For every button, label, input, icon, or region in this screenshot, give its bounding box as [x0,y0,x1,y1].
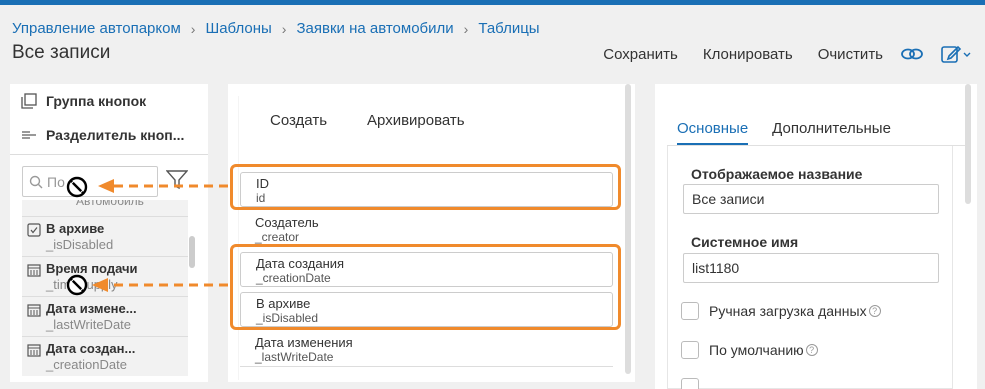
breadcrumb-item-requests[interactable]: Заявки на автомобили [296,20,453,37]
divider [10,154,208,155]
display-name-field[interactable]: Все записи [683,184,939,214]
calendar-icon [22,301,46,317]
field-system-name: _creationDate [46,357,127,372]
display-name-label: Отображаемое название [691,166,863,182]
help-icon[interactable]: ? [868,305,881,317]
breadcrumb-item-tables[interactable]: Таблицы [478,20,539,37]
column-card-last-write-date[interactable]: Дата изменения _lastWriteDate [240,332,613,367]
button-separator-label: Разделитель кноп... [46,127,185,143]
breadcrumb-item-fleet[interactable]: Управление автопарком [12,20,181,37]
column-card-creator[interactable]: Создатель _creator [240,212,613,247]
button-group-label: Группа кнопок [46,93,147,109]
table-preview-panel: Создать Архивировать ID id Создатель _cr… [228,84,635,382]
checkbox-partial[interactable] [681,378,709,389]
column-title: Создатель [255,215,319,230]
search-placeholder: По [47,173,65,190]
highlight-frame [230,244,621,330]
chevron-right-icon: › [281,20,287,37]
edit-icon[interactable] [941,44,971,64]
list-item[interactable]: Время подачи _timeSupply [22,256,188,296]
list-item[interactable]: Дата создан... _creationDate [22,336,188,376]
chevron-right-icon: › [190,20,196,37]
button-separator-item[interactable]: Разделитель кноп... [10,118,208,152]
breadcrumb-item-templates[interactable]: Шаблоны [205,20,271,37]
scrollbar[interactable] [189,236,195,268]
tab-main[interactable]: Основные [677,120,749,145]
fields-list: В архиве _isDisabled Время подачи _timeS… [22,216,188,376]
search-icon [29,175,43,189]
table-buttons: Создать Архивировать [270,112,505,129]
page-title: Все записи [12,42,111,63]
scrollbar[interactable] [965,84,971,204]
list-item[interactable]: В архиве _isDisabled [22,216,188,256]
tab-additional[interactable]: Дополнительные [772,120,891,145]
checkbox[interactable] [681,302,699,320]
separator-icon [20,126,38,144]
system-name-label: Системное имя [691,234,799,250]
clear-button[interactable]: Очистить [818,46,883,63]
field-name: Время подачи [46,261,138,276]
field-name: В архиве [46,221,105,236]
components-panel: Группа кнопок Разделитель кноп... По Авт… [10,84,208,382]
save-button[interactable]: Сохранить [603,46,678,63]
default-checkbox[interactable]: По умолчанию ? [681,341,818,359]
manual-load-checkbox[interactable]: Ручная загрузка данных ? [681,302,881,320]
search-input[interactable]: По [22,166,158,197]
field-name: Дата создан... [46,341,136,356]
filter-icon[interactable] [165,170,189,195]
column-system-name: _creator [255,230,300,244]
help-icon[interactable]: ? [805,344,818,356]
toolbar: Сохранить Клонировать Очистить [578,44,971,64]
properties-tabs: Основные Дополнительные [677,120,915,145]
calendar-icon [22,261,46,277]
copy-icon [20,92,38,110]
properties-panel: Основные Дополнительные Отображаемое наз… [655,84,977,389]
breadcrumb: Управление автопарком › Шаблоны › Заявки… [12,20,540,37]
list-item[interactable]: Дата измене... _lastWriteDate [22,296,188,336]
column-title: Дата изменения [255,335,353,350]
top-accent-bar [0,0,985,5]
chevron-right-icon: › [463,20,469,37]
field-name: Дата измене... [46,301,137,316]
highlight-frame [230,164,621,210]
archive-button[interactable]: Архивировать [367,112,465,129]
clone-button[interactable]: Клонировать [703,46,793,63]
default-label: По умолчанию [709,342,804,358]
calendar-icon [22,341,46,357]
manual-load-label: Ручная загрузка данных [709,303,867,319]
system-name-field[interactable]: list1180 [683,253,939,283]
list-item-partial: Автомобиль [76,200,144,208]
field-system-name: _lastWriteDate [46,317,132,332]
column-system-name: _lastWriteDate [255,350,334,364]
checkbox[interactable] [681,378,699,389]
button-group-item[interactable]: Группа кнопок [10,84,208,118]
checkbox-icon [22,221,46,237]
field-system-name: _isDisabled [46,237,114,252]
scrollbar[interactable] [625,84,631,374]
checkbox[interactable] [681,341,699,359]
link-icon[interactable] [901,46,923,62]
field-system-name: _timeSupply [46,277,118,292]
create-button[interactable]: Создать [270,112,327,129]
